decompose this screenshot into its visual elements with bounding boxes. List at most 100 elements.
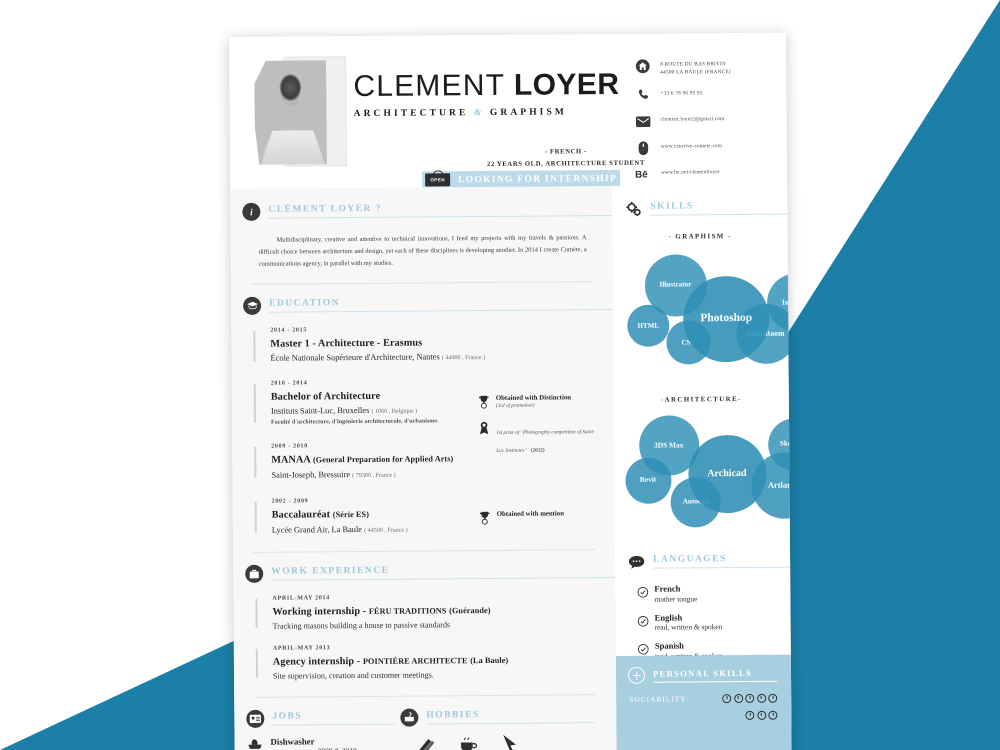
education-entry: 2009 - 2010 MANAA (General Preparation f…	[254, 441, 596, 481]
hobby-icon-list	[394, 733, 594, 750]
last-name: LOYER	[513, 67, 620, 102]
section-education-header: EDUCATION	[231, 294, 614, 315]
education-school-name: Instituts Saint-Luc, Bruxelles	[270, 406, 370, 417]
award-text-wrap: Obtained with Distinction (3rd of promot…	[496, 394, 571, 410]
skill-bubble: Revit	[624, 457, 672, 504]
section-jobs-title: JOBS	[272, 710, 395, 726]
section-languages-header: LANGUAGES	[615, 552, 791, 571]
education-note: Faculté d'architecture, d'ingénierie arc…	[271, 418, 439, 426]
skill-bubble: HTML	[627, 304, 670, 347]
work-description: Site supervision, creation and customer …	[272, 670, 434, 681]
rating-dot	[745, 710, 755, 720]
language-level: read, written & spoken	[654, 622, 723, 632]
check-circle-icon	[637, 613, 649, 627]
pencil-ruler-icon	[416, 734, 436, 750]
work-company: FÉRU TRADITIONS	[368, 606, 447, 617]
award-subtitle: (3rd of promotion)	[495, 402, 535, 410]
education-degree-detail: (Série ES)	[332, 510, 370, 520]
education-date: 2009 - 2010	[271, 443, 308, 450]
education-degree-main: MANAA	[271, 454, 311, 466]
education-school-name: Saint-Joseph, Bressuire	[271, 470, 351, 480]
education-school-location: ( 79300 , France )	[352, 472, 396, 480]
education-degree-main: Baccalauréat	[271, 509, 331, 521]
section-education-title: EDUCATION	[269, 295, 614, 313]
full-name: CLEMENT LOYER	[353, 67, 623, 103]
section-personal-skills-title: PERSONAL SKILLS	[652, 667, 778, 683]
work-role-label: Agency internship -	[272, 656, 361, 668]
education-school-name: École Nationale Supérieure d'Architectur…	[270, 352, 440, 363]
section-skills-header: SKILLS	[612, 199, 788, 218]
cv-header: CLEMENT LOYER ARCHITECTURE & GRAPHISM 8 …	[229, 33, 787, 189]
section-languages-title: LANGUAGES	[653, 553, 791, 569]
skill-bubble-chart-architecture: 3DS Max Sketchup Archicad Revit Artlantis Aut…	[614, 405, 792, 528]
home-icon	[634, 58, 651, 75]
education-degree: Bachelor of Architecture	[270, 390, 381, 403]
rating-dot	[733, 693, 743, 704]
contact-row-email: clement.loyer2@gmail.com	[635, 112, 785, 130]
info-icon: i	[242, 202, 261, 221]
award-item: Obtained with Distinction (3rd of promot…	[478, 394, 598, 414]
check-circle-icon	[637, 585, 649, 598]
svg-text:Bē: Bē	[635, 170, 648, 181]
phone-icon	[634, 86, 651, 103]
contact-address: 8 ROUTE DU BAS BRIVIN 44500 LA BAULE (FR…	[660, 57, 731, 77]
contact-list: 8 ROUTE DU BAS BRIVIN 44500 LA BAULE (FR…	[634, 57, 785, 193]
section-hobbies-header: HOBBIES	[394, 707, 595, 727]
portrait-photo	[254, 60, 327, 165]
language-text-wrap: English read, written & spoken	[655, 612, 723, 632]
subtitle-graphism: GRAPHISM	[489, 107, 567, 118]
language-text-wrap: French mother tongue	[654, 583, 697, 603]
avatar	[254, 56, 347, 169]
skills-group-label-architecture: -ARCHITECTURE-	[660, 395, 742, 404]
rating-dot	[745, 693, 755, 703]
profession-subtitle: ARCHITECTURE & GRAPHISM	[354, 107, 624, 119]
section-jobs: JOBS Dishwasher summer season 2009 & 201…	[234, 709, 395, 750]
education-school-name: Lycée Grand Air, La Baule	[271, 525, 363, 535]
contact-row-phone: +33 6 78 96 95 91	[634, 85, 784, 103]
trophy-icon	[479, 511, 492, 530]
education-entry: 2014 - 2015 Master 1 - Architecture - Er…	[253, 325, 595, 365]
medal-icon	[478, 421, 491, 440]
portrait-shirt	[261, 130, 325, 165]
personal-skill-rating-partial	[745, 710, 778, 720]
rating-dot	[756, 693, 766, 703]
award-item: Obtained with mention	[479, 510, 599, 530]
education-entry: 2010 - 2014 Bachelor of Architecture Ins…	[254, 379, 494, 426]
work-date: APRIL-MAY 2014	[272, 595, 330, 603]
speech-bubble-icon	[627, 553, 645, 571]
sidebar: SKILLS - GRAPHISM - Illustrator InDesign P…	[612, 184, 792, 750]
skills-group-label-graphism: - GRAPHISM -	[668, 233, 732, 241]
language-item: French mother tongue	[615, 583, 790, 604]
education-date: 2002 - 2009	[271, 498, 309, 505]
envelope-icon	[635, 113, 652, 130]
education-school-location: ( 44000 , France )	[441, 355, 486, 362]
address-line1: 8 ROUTE DU BAS BRIVIN	[660, 61, 727, 68]
skill-bubble: Archicad	[687, 434, 767, 514]
gears-icon	[624, 200, 642, 218]
education-entry: 2002 - 2009 Baccalauréat (Série ES) Lycé…	[255, 497, 495, 536]
work-role-label: Working internship -	[272, 606, 367, 619]
language-item: English read, written & spoken	[616, 611, 791, 632]
language-name: Spanish	[654, 640, 684, 651]
internship-label: LOOKING FOR INTERNSHIP	[458, 173, 618, 185]
svg-text:i: i	[250, 208, 253, 218]
education-degree: Baccalauréat (Série ES)	[272, 507, 495, 522]
award-list: Obtained with mention	[479, 510, 599, 537]
education-degree-detail: (General Preparation for Applied Arts)	[312, 454, 454, 465]
section-work-title: WORK EXPERIENCE	[271, 564, 616, 582]
profile-text: Multidisciplinary, creative and attentiv…	[258, 234, 587, 268]
language-name: French	[654, 583, 681, 594]
subtitle-ampersand: &	[473, 107, 485, 119]
section-personal-skills-header: PERSONAL SKILLS	[616, 666, 791, 684]
education-school: École Nationale Supérieure d'Architectur…	[270, 350, 595, 364]
section-skills-title: SKILLS	[650, 200, 788, 216]
education-school: Lycée Grand Air, La Baule ( 44500 , Fran…	[272, 523, 495, 536]
magic-box-icon	[400, 708, 419, 727]
job-title: Dishwasher	[270, 736, 315, 747]
briefcase-icon	[245, 565, 264, 584]
work-entry: APRIL-MAY 2014 Working internship - FÉRU…	[255, 594, 597, 631]
check-circle-icon	[638, 642, 649, 655]
rating-dot	[768, 710, 778, 720]
rating-dot	[768, 693, 778, 703]
rating-dot	[722, 694, 732, 704]
